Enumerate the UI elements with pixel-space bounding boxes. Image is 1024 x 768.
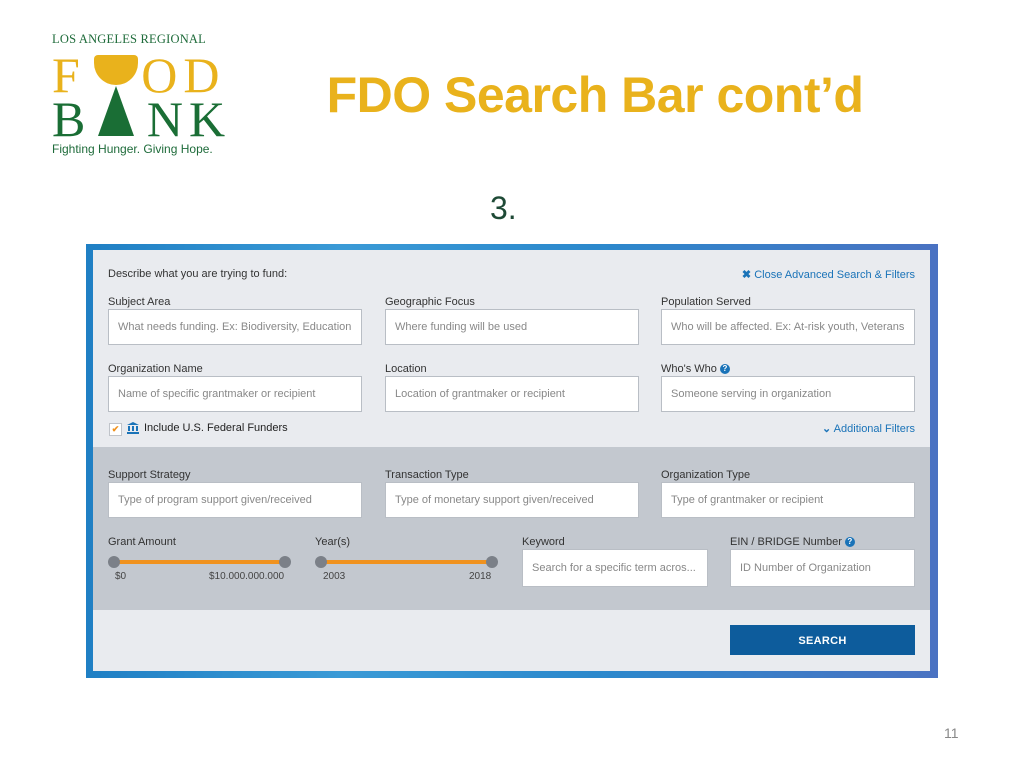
- logo-tagline: Fighting Hunger. Giving Hope.: [52, 142, 213, 156]
- grant-amount-max-label: $10.000.000.000: [209, 571, 285, 582]
- subject-area-label: Subject Area: [108, 296, 171, 308]
- location-input[interactable]: Location of grantmaker or recipient: [385, 376, 639, 412]
- help-icon[interactable]: ?: [844, 537, 855, 548]
- geographic-focus-label: Geographic Focus: [385, 296, 475, 308]
- step-number: 3.: [490, 190, 517, 226]
- slide-title: FDO Search Bar cont’d: [326, 67, 864, 123]
- search-form-screenshot: Describe what you are trying to fund: ✖ …: [86, 244, 938, 678]
- ein-label: EIN / BRIDGE Number?: [730, 536, 855, 548]
- page-number: 11: [944, 725, 959, 741]
- years-track: [321, 560, 492, 564]
- chevron-down-icon: ⌄: [822, 423, 832, 435]
- years-min-label: 2003: [323, 571, 346, 582]
- federal-funders-checkbox[interactable]: ✔: [109, 423, 122, 436]
- search-button[interactable]: SEARCH: [730, 625, 915, 655]
- close-icon: ✖: [741, 269, 752, 281]
- location-label: Location: [385, 363, 427, 375]
- grant-amount-max-handle[interactable]: [279, 556, 291, 568]
- ein-input[interactable]: ID Number of Organization: [730, 549, 915, 587]
- keyword-input[interactable]: Search for a specific term acros...: [522, 549, 708, 587]
- close-advanced-search-link[interactable]: ✖ Close Advanced Search & Filters: [742, 268, 915, 281]
- keyword-label: Keyword: [522, 536, 565, 548]
- intro-text: Describe what you are trying to fund:: [108, 268, 288, 280]
- grant-amount-min-label: $0: [115, 571, 127, 582]
- years-min-handle[interactable]: [315, 556, 327, 568]
- grant-amount-slider[interactable]: [108, 556, 291, 568]
- organization-name-label: Organization Name: [108, 363, 203, 375]
- years-max-handle[interactable]: [486, 556, 498, 568]
- organization-name-input[interactable]: Name of specific grantmaker or recipient: [108, 376, 362, 412]
- advanced-search-panel: Describe what you are trying to fund: ✖ …: [93, 250, 930, 671]
- help-icon[interactable]: ?: [719, 364, 730, 375]
- organization-type-input[interactable]: Type of grantmaker or recipient: [661, 482, 915, 518]
- geographic-focus-input[interactable]: Where funding will be used: [385, 309, 639, 345]
- support-strategy-label: Support Strategy: [108, 469, 191, 481]
- additional-filters-link[interactable]: ⌄ Additional Filters: [822, 422, 915, 435]
- years-slider[interactable]: [315, 556, 498, 568]
- support-strategy-input[interactable]: Type of program support given/received: [108, 482, 362, 518]
- grant-amount-track: [114, 560, 285, 564]
- transaction-type-input[interactable]: Type of monetary support given/received: [385, 482, 639, 518]
- logo-top-line: LOS ANGELES REGIONAL: [52, 32, 206, 46]
- logo-word-bank: B NK: [52, 91, 232, 147]
- whos-who-label: Who's Who?: [661, 363, 730, 375]
- food-bank-logo: LOS ANGELES REGIONAL F OD B NK Fighting …: [46, 28, 226, 160]
- transaction-type-label: Transaction Type: [385, 469, 469, 481]
- subject-area-input[interactable]: What needs funding. Ex: Biodiversity, Ed…: [108, 309, 362, 345]
- grant-amount-min-handle[interactable]: [108, 556, 120, 568]
- person-icon: [98, 86, 134, 136]
- population-served-input[interactable]: Who will be affected. Ex: At-risk youth,…: [661, 309, 915, 345]
- grant-amount-label: Grant Amount: [108, 536, 176, 548]
- organization-type-label: Organization Type: [661, 469, 751, 481]
- years-label: Year(s): [315, 536, 351, 548]
- years-max-label: 2018: [469, 571, 492, 582]
- population-served-label: Population Served: [661, 296, 751, 308]
- federal-funders-label: Include U.S. Federal Funders: [144, 422, 288, 434]
- bank-icon: [127, 422, 139, 434]
- whos-who-input[interactable]: Someone serving in organization: [661, 376, 915, 412]
